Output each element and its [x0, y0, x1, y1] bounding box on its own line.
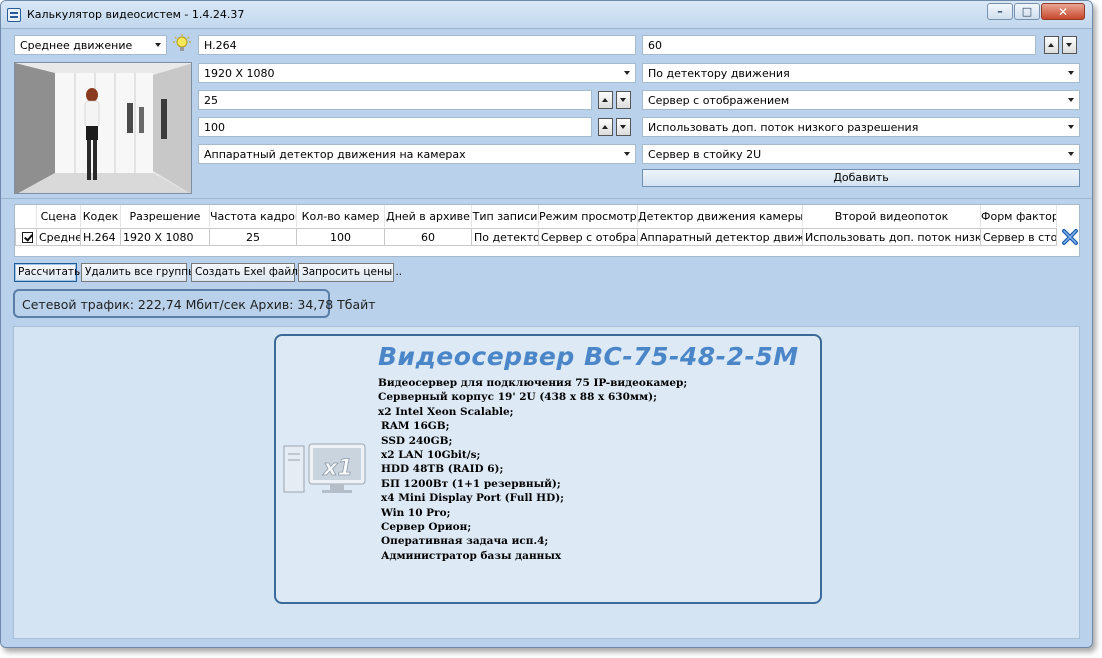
row-days: 60	[385, 228, 472, 246]
row-scene: Среднее движение	[37, 228, 81, 246]
spec-line: Win 10 Pro;	[381, 506, 451, 519]
second-stream-select[interactable]: Использовать доп. поток низкого разрешен…	[642, 117, 1080, 137]
groups-table: Сцена Кодек Разрешение Частота кадров Ко…	[14, 204, 1080, 257]
window-title: Калькулятор видеосистем - 1.4.24.37	[27, 8, 245, 21]
delete-all-groups-button[interactable]: Удалить все группы	[81, 263, 196, 282]
spec-line: x2 LAN 10Gbit/s;	[381, 449, 481, 462]
spec-line: Видеосервер для подключения 75 IP-видеок…	[378, 377, 688, 389]
spec-line: x2 Intel Xeon Scalable;	[378, 405, 514, 418]
scene-select[interactable]: Среднее движение	[14, 35, 167, 55]
preview-photo	[14, 62, 192, 194]
codec-field[interactable]: H.264	[198, 35, 636, 55]
motion-detector-select[interactable]: Аппаратный детектор движения на камерах	[198, 144, 636, 164]
bulb-icon[interactable]	[173, 34, 191, 54]
minimize-icon: –	[997, 5, 1003, 18]
archive-days-field[interactable]: 60	[642, 35, 1036, 55]
fps-field[interactable]: 25	[198, 90, 592, 110]
view-mode-select[interactable]: Сервер с отображением	[642, 90, 1080, 110]
preview-scene-graphic	[15, 63, 191, 193]
camera-count-field[interactable]: 100	[198, 117, 592, 137]
minimize-button[interactable]: –	[987, 3, 1013, 20]
column-header-days[interactable]: Дней в архиве	[385, 205, 472, 227]
spec-line: Сервер Орион;	[381, 521, 472, 534]
column-header-stream[interactable]: Второй видеопоток	[803, 205, 981, 227]
row-record: По детектору	[472, 228, 539, 246]
server-title: Видеосервер ВС-75-48-2-5М	[378, 342, 799, 371]
column-header-codec[interactable]: Кодек	[81, 205, 121, 227]
title-bar: Калькулятор видеосистем - 1.4.24.37 – □ …	[1, 1, 1092, 29]
spec-line: Серверный корпус 19' 2U (438 x 88 x 630м…	[378, 391, 657, 404]
column-header-scene[interactable]: Сцена	[37, 205, 81, 227]
row-codec: H.264	[81, 228, 121, 246]
server-specs: Видеосервер для подключения 75 IP-видеок…	[378, 376, 687, 563]
spec-line: SSD 240GB;	[381, 434, 453, 447]
create-excel-button[interactable]: Создать Exel файл ..	[191, 263, 308, 282]
maximize-icon: □	[1021, 5, 1033, 18]
spec-line: Администратор базы данных	[381, 549, 562, 562]
spec-line: x4 Mini Display Port (Full HD);	[381, 492, 565, 505]
camera-count-up-button[interactable]	[598, 118, 613, 136]
fps-down-button[interactable]	[616, 91, 631, 109]
separator	[1, 198, 1092, 199]
column-header-fps[interactable]: Частота кадров	[210, 205, 297, 227]
delete-row-icon[interactable]	[1061, 228, 1079, 246]
archive-days-up-button[interactable]	[1044, 36, 1059, 54]
column-header-resolution[interactable]: Разрешение	[121, 205, 210, 227]
column-header-cameras[interactable]: Кол-во камер	[297, 205, 385, 227]
close-button[interactable]: ✕	[1041, 3, 1085, 20]
table-row[interactable]: Среднее движение H.264 1920 X 1080 25 10…	[15, 228, 1079, 246]
row-stream: Использовать доп. поток низкого р	[803, 228, 981, 246]
row-fps: 25	[210, 228, 297, 246]
server-card: x1 Видеосервер ВС-75-48-2-5М Видеосервер…	[274, 334, 822, 604]
spec-line: Оперативная задача исп.4;	[381, 535, 549, 548]
row-cameras: 100	[297, 228, 385, 246]
spec-line: HDD 48TB (RAID 6);	[381, 463, 504, 476]
app-window: Калькулятор видеосистем - 1.4.24.37 – □ …	[0, 0, 1093, 648]
column-header-view[interactable]: Режим просмотра	[539, 205, 638, 227]
row-resolution: 1920 X 1080	[121, 228, 210, 246]
column-header-detector[interactable]: Детектор движения камеры	[638, 205, 803, 227]
calculate-button[interactable]: Рассчитать	[14, 263, 80, 282]
checkbox-check-icon[interactable]	[22, 232, 33, 243]
request-prices-button[interactable]: Запросить цены ..	[298, 263, 402, 282]
add-button[interactable]: Добавить	[642, 169, 1080, 187]
form-factor-select[interactable]: Сервер в стойку 2U	[642, 144, 1080, 164]
server-count-label: x1	[322, 456, 353, 481]
resolution-select[interactable]: 1920 X 1080	[198, 63, 636, 83]
camera-count-down-button[interactable]	[616, 118, 631, 136]
column-header-record[interactable]: Тип записи	[472, 205, 539, 227]
status-bar	[1, 639, 1092, 647]
maximize-button[interactable]: □	[1014, 3, 1040, 20]
record-type-select[interactable]: По детектору движения	[642, 63, 1080, 83]
archive-days-down-button[interactable]	[1062, 36, 1077, 54]
column-header-form-factor[interactable]: Форм фактор	[981, 205, 1057, 227]
spec-line: RAM 16GB;	[381, 420, 450, 433]
row-view: Сервер с отображе	[539, 228, 638, 246]
server-icon: x1	[283, 443, 366, 493]
row-detector: Аппаратный детектор движения	[638, 228, 803, 246]
summary-label: Сетевой трафик: 222,74 Мбит/сек Архив: 3…	[13, 289, 376, 318]
result-panel: x1 Видеосервер ВС-75-48-2-5М Видеосервер…	[13, 326, 1080, 639]
row-checkbox[interactable]	[15, 228, 37, 246]
close-icon: ✕	[1057, 4, 1069, 19]
window-controls: – □ ✕	[987, 3, 1085, 20]
app-icon	[7, 8, 21, 22]
row-form-factor: Сервер в стойк	[981, 228, 1057, 246]
spec-line: БП 1200Вт (1+1 резервный);	[381, 477, 561, 490]
fps-up-button[interactable]	[598, 91, 613, 109]
column-header-check	[15, 205, 37, 227]
table-header: Сцена Кодек Разрешение Частота кадров Ко…	[15, 205, 1079, 227]
